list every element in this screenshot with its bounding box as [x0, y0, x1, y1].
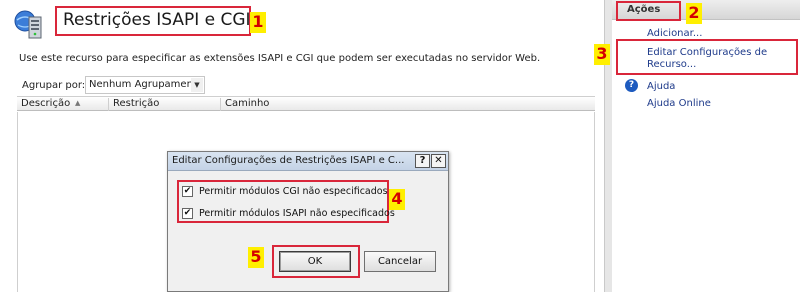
step-marker-1: 1: [250, 12, 266, 33]
allow-cgi-label: Permitir módulos CGI não especificados: [199, 186, 388, 197]
column-label: Caminho: [225, 98, 270, 109]
step-marker-2: 2: [686, 3, 702, 24]
chevron-down-icon[interactable]: ▼: [191, 78, 203, 92]
action-edit-settings-link[interactable]: Editar Configurações de Recurso...: [647, 47, 787, 71]
column-header-restriction[interactable]: Restrição: [109, 98, 221, 111]
dialog-close-button[interactable]: ✕: [431, 154, 446, 168]
column-header-description[interactable]: Descrição ▲: [17, 98, 109, 111]
allow-cgi-checkbox[interactable]: ✔: [182, 186, 193, 197]
group-by-value: Nenhum Agrupamento: [89, 79, 203, 90]
ok-button[interactable]: OK: [279, 251, 351, 272]
step-marker-4: 4: [389, 189, 405, 210]
column-header-path[interactable]: Caminho: [221, 98, 595, 111]
column-label: Descrição: [21, 98, 71, 109]
group-by-label: Agrupar por:: [22, 80, 86, 91]
sort-ascending-icon: ▲: [75, 99, 81, 107]
action-help-online-link[interactable]: Ajuda Online: [647, 98, 711, 110]
dialog-help-button[interactable]: ?: [415, 154, 430, 168]
step-marker-5: 5: [248, 247, 264, 268]
column-label: Restrição: [113, 98, 160, 109]
actions-header: Ações: [612, 0, 800, 21]
grid-header: Descrição ▲ Restrição Caminho: [17, 96, 595, 111]
action-help-link[interactable]: Ajuda: [647, 81, 675, 93]
allow-isapi-checkbox[interactable]: ✔: [182, 208, 193, 219]
dialog-title: Editar Configurações de Restrições ISAPI…: [172, 155, 405, 166]
dialog-titlebar[interactable]: Editar Configurações de Restrições ISAPI…: [168, 152, 448, 171]
page-title: Restrições ISAPI e CGI: [63, 10, 251, 30]
feature-description: Use este recurso para especificar as ext…: [19, 53, 541, 64]
allow-isapi-label: Permitir módulos ISAPI não especificados: [199, 208, 395, 219]
cancel-button[interactable]: Cancelar: [364, 251, 436, 272]
group-by-select[interactable]: Nenhum Agrupamento ▼: [85, 76, 205, 94]
step-marker-3: 3: [594, 44, 610, 65]
server-icon: [14, 8, 44, 40]
help-icon[interactable]: ?: [625, 79, 638, 92]
actions-title: Ações: [627, 4, 661, 15]
